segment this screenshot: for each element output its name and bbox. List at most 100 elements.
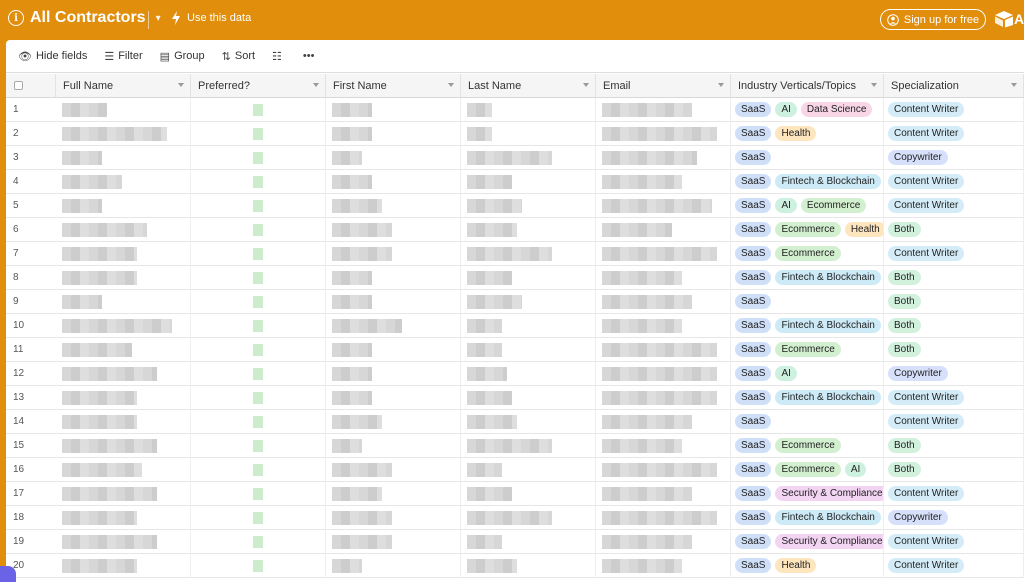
first-name-cell[interactable] xyxy=(326,194,461,218)
email-cell[interactable] xyxy=(596,530,731,554)
preferred-checkbox[interactable] xyxy=(253,392,263,404)
last-name-cell[interactable] xyxy=(461,362,596,386)
preferred-checkbox[interactable] xyxy=(253,536,263,548)
specialization-cell[interactable]: Content Writer xyxy=(884,170,1024,194)
preferred-cell[interactable] xyxy=(191,266,326,290)
more-options-button[interactable]: ••• xyxy=(303,50,319,62)
email-cell[interactable] xyxy=(596,482,731,506)
table-row[interactable]: 11 SaaS Ecommerce Both xyxy=(6,338,1024,362)
specialization-cell[interactable]: Both xyxy=(884,338,1024,362)
preferred-checkbox[interactable] xyxy=(253,152,263,164)
preferred-checkbox[interactable] xyxy=(253,368,263,380)
preferred-checkbox[interactable] xyxy=(253,200,263,212)
full-name-cell[interactable] xyxy=(56,506,191,530)
chevron-down-icon[interactable] xyxy=(178,83,184,87)
column-header-first-name[interactable]: First Name xyxy=(326,74,461,98)
specialization-cell[interactable]: Content Writer xyxy=(884,98,1024,122)
last-name-cell[interactable] xyxy=(461,290,596,314)
preferred-cell[interactable] xyxy=(191,386,326,410)
first-name-cell[interactable] xyxy=(326,266,461,290)
sign-up-button[interactable]: Sign up for free xyxy=(880,9,986,30)
industry-cell[interactable]: SaaS Ecommerce Health xyxy=(731,218,884,242)
full-name-cell[interactable] xyxy=(56,362,191,386)
first-name-cell[interactable] xyxy=(326,506,461,530)
table-row[interactable]: 15 SaaS Ecommerce Both xyxy=(6,434,1024,458)
row-height-button[interactable]: ☷ xyxy=(272,50,286,63)
full-name-cell[interactable] xyxy=(56,386,191,410)
preferred-checkbox[interactable] xyxy=(253,248,263,260)
full-name-cell[interactable] xyxy=(56,98,191,122)
email-cell[interactable] xyxy=(596,362,731,386)
industry-cell[interactable]: SaaS Health xyxy=(731,554,884,578)
email-cell[interactable] xyxy=(596,218,731,242)
chevron-down-icon[interactable] xyxy=(448,83,454,87)
industry-cell[interactable]: SaaS Security & Compliance xyxy=(731,482,884,506)
last-name-cell[interactable] xyxy=(461,554,596,578)
last-name-cell[interactable] xyxy=(461,386,596,410)
preferred-cell[interactable] xyxy=(191,530,326,554)
specialization-cell[interactable]: Content Writer xyxy=(884,530,1024,554)
email-cell[interactable] xyxy=(596,506,731,530)
specialization-cell[interactable]: Both xyxy=(884,218,1024,242)
last-name-cell[interactable] xyxy=(461,122,596,146)
table-row[interactable]: 3 SaaS Copywriter xyxy=(6,146,1024,170)
last-name-cell[interactable] xyxy=(461,266,596,290)
chevron-down-icon[interactable]: ▾ xyxy=(156,13,161,24)
preferred-cell[interactable] xyxy=(191,554,326,578)
first-name-cell[interactable] xyxy=(326,146,461,170)
industry-cell[interactable]: SaaS Fintech & Blockchain xyxy=(731,314,884,338)
industry-cell[interactable]: SaaS Fintech & Blockchain xyxy=(731,170,884,194)
specialization-cell[interactable]: Both xyxy=(884,290,1024,314)
column-header-email[interactable]: Email xyxy=(596,74,731,98)
preferred-cell[interactable] xyxy=(191,242,326,266)
email-cell[interactable] xyxy=(596,242,731,266)
first-name-cell[interactable] xyxy=(326,170,461,194)
full-name-cell[interactable] xyxy=(56,242,191,266)
preferred-checkbox[interactable] xyxy=(253,224,263,236)
industry-cell[interactable]: SaaS Fintech & Blockchain xyxy=(731,386,884,410)
industry-cell[interactable]: SaaS Ecommerce xyxy=(731,434,884,458)
industry-cell[interactable]: SaaS Ecommerce AI xyxy=(731,458,884,482)
first-name-cell[interactable] xyxy=(326,482,461,506)
email-cell[interactable] xyxy=(596,338,731,362)
email-cell[interactable] xyxy=(596,98,731,122)
specialization-cell[interactable]: Content Writer xyxy=(884,194,1024,218)
filter-button[interactable]: ☰ Filter xyxy=(104,50,142,63)
preferred-cell[interactable] xyxy=(191,506,326,530)
specialization-cell[interactable]: Copywriter xyxy=(884,146,1024,170)
email-cell[interactable] xyxy=(596,554,731,578)
last-name-cell[interactable] xyxy=(461,338,596,362)
email-cell[interactable] xyxy=(596,290,731,314)
email-cell[interactable] xyxy=(596,170,731,194)
industry-cell[interactable]: SaaS Ecommerce xyxy=(731,242,884,266)
preferred-cell[interactable] xyxy=(191,290,326,314)
table-row[interactable]: 19 SaaS Security & Compliance Content Write… xyxy=(6,530,1024,554)
preferred-cell[interactable] xyxy=(191,98,326,122)
preferred-cell[interactable] xyxy=(191,218,326,242)
specialization-cell[interactable]: Both xyxy=(884,458,1024,482)
column-header-preferred[interactable]: Preferred? xyxy=(191,74,326,98)
industry-cell[interactable]: SaaS AI Data Science xyxy=(731,98,884,122)
table-row[interactable]: 4 SaaS Fintech & Blockchain Content Writer xyxy=(6,170,1024,194)
last-name-cell[interactable] xyxy=(461,98,596,122)
preferred-checkbox[interactable] xyxy=(253,128,263,140)
email-cell[interactable] xyxy=(596,386,731,410)
last-name-cell[interactable] xyxy=(461,506,596,530)
info-icon[interactable]: i xyxy=(8,10,24,26)
chevron-down-icon[interactable] xyxy=(1011,83,1017,87)
full-name-cell[interactable] xyxy=(56,434,191,458)
last-name-cell[interactable] xyxy=(461,146,596,170)
full-name-cell[interactable] xyxy=(56,482,191,506)
preferred-checkbox[interactable] xyxy=(253,272,263,284)
first-name-cell[interactable] xyxy=(326,386,461,410)
bottom-left-action-button[interactable] xyxy=(0,566,16,582)
email-cell[interactable] xyxy=(596,146,731,170)
full-name-cell[interactable] xyxy=(56,314,191,338)
table-row[interactable]: 12 SaaS AI Copywriter xyxy=(6,362,1024,386)
email-cell[interactable] xyxy=(596,266,731,290)
industry-cell[interactable]: SaaS Fintech & Blockchain xyxy=(731,266,884,290)
full-name-cell[interactable] xyxy=(56,218,191,242)
industry-cell[interactable]: SaaS xyxy=(731,410,884,434)
industry-cell[interactable]: SaaS xyxy=(731,290,884,314)
first-name-cell[interactable] xyxy=(326,290,461,314)
